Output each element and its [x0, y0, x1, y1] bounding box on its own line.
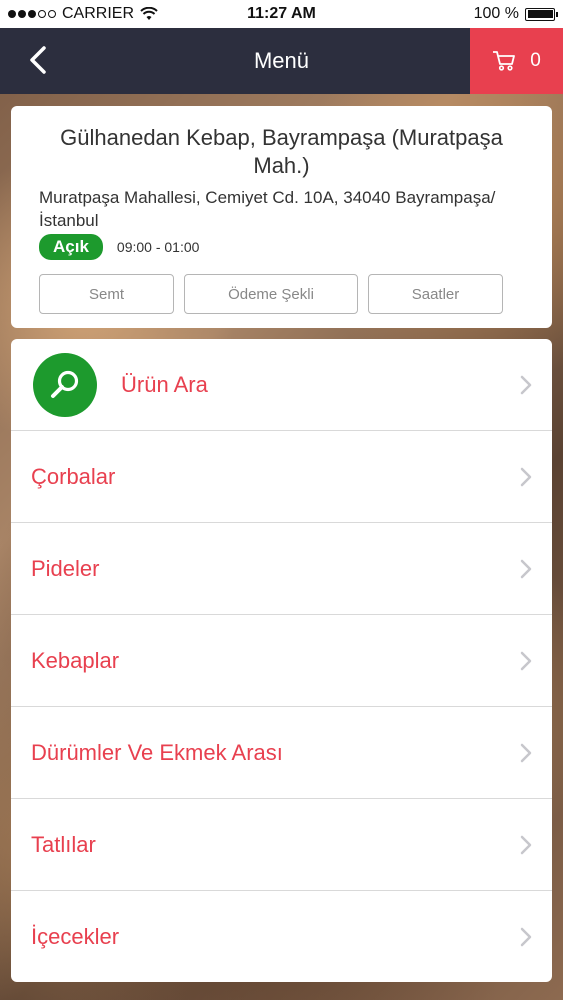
opening-hours: 09:00 - 01:00: [116, 239, 200, 255]
status-row: Açık 09:00 - 01:00: [39, 234, 524, 260]
chevron-right-icon: [520, 927, 532, 947]
signal-icon: [8, 10, 56, 18]
chevron-right-icon: [520, 743, 532, 762]
category-label: Tatlılar: [31, 831, 96, 857]
chevron-right-icon: [520, 651, 532, 670]
category-item-wraps[interactable]: Dürümler Ve Ekmek Arası: [11, 707, 552, 799]
battery-percent: 100 %: [473, 5, 519, 22]
battery-icon: [525, 7, 558, 21]
chevron-right-icon: [520, 835, 532, 854]
cart-button[interactable]: 0: [470, 28, 563, 94]
category-item-pides[interactable]: Pideler: [11, 523, 552, 615]
open-status-badge: Açık: [39, 234, 103, 260]
navigation-bar: Menü 0: [0, 28, 563, 94]
chevron-right-icon: [520, 467, 532, 486]
carrier-name: CARRIER: [62, 5, 135, 22]
search-products-label: Ürün Ara: [121, 371, 208, 397]
category-label: Kebaplar: [31, 647, 120, 673]
restaurant-info-card: Gülhanedan Kebap, Bayrampaşa (Muratpaşa …: [11, 106, 552, 328]
battery-info: 100 %: [473, 5, 558, 23]
chevron-right-icon: [520, 559, 532, 578]
category-label: Pideler: [31, 555, 100, 581]
status-bar: CARRIER 11:27 AM 100 %: [0, 0, 563, 28]
search-icon: [33, 352, 97, 417]
category-label: Dürümler Ve Ekmek Arası: [31, 739, 283, 765]
category-item-desserts[interactable]: Tatlılar: [11, 799, 552, 891]
restaurant-address: Muratpaşa Mahallesi, Cemiyet Cd. 10A, 34…: [39, 188, 496, 230]
restaurant-name: Gülhanedan Kebap, Bayrampaşa (Muratpaşa …: [60, 125, 503, 178]
search-products-item[interactable]: Ürün Ara: [11, 339, 552, 431]
wifi-icon: [140, 7, 158, 20]
chevron-right-icon: [520, 375, 532, 394]
category-item-drinks[interactable]: İçecekler: [11, 891, 552, 982]
hours-button[interactable]: Saatler: [368, 274, 503, 314]
category-label: Çorbalar: [31, 463, 116, 489]
category-item-kebabs[interactable]: Kebaplar: [11, 615, 552, 707]
info-button-row: Semt Ödeme Şekli Saatler: [39, 274, 524, 314]
menu-category-list: Ürün Ara Çorbalar Pideler Kebaplar Dürüm…: [11, 339, 552, 982]
category-item-soups[interactable]: Çorbalar: [11, 431, 552, 523]
cart-icon: [493, 51, 516, 71]
carrier-info: CARRIER: [8, 5, 158, 23]
district-button[interactable]: Semt: [39, 274, 174, 314]
payment-method-button[interactable]: Ödeme Şekli: [184, 274, 358, 314]
cart-count: 0: [530, 50, 541, 71]
clock: 11:27 AM: [247, 5, 316, 22]
category-label: İçecekler: [31, 924, 120, 949]
